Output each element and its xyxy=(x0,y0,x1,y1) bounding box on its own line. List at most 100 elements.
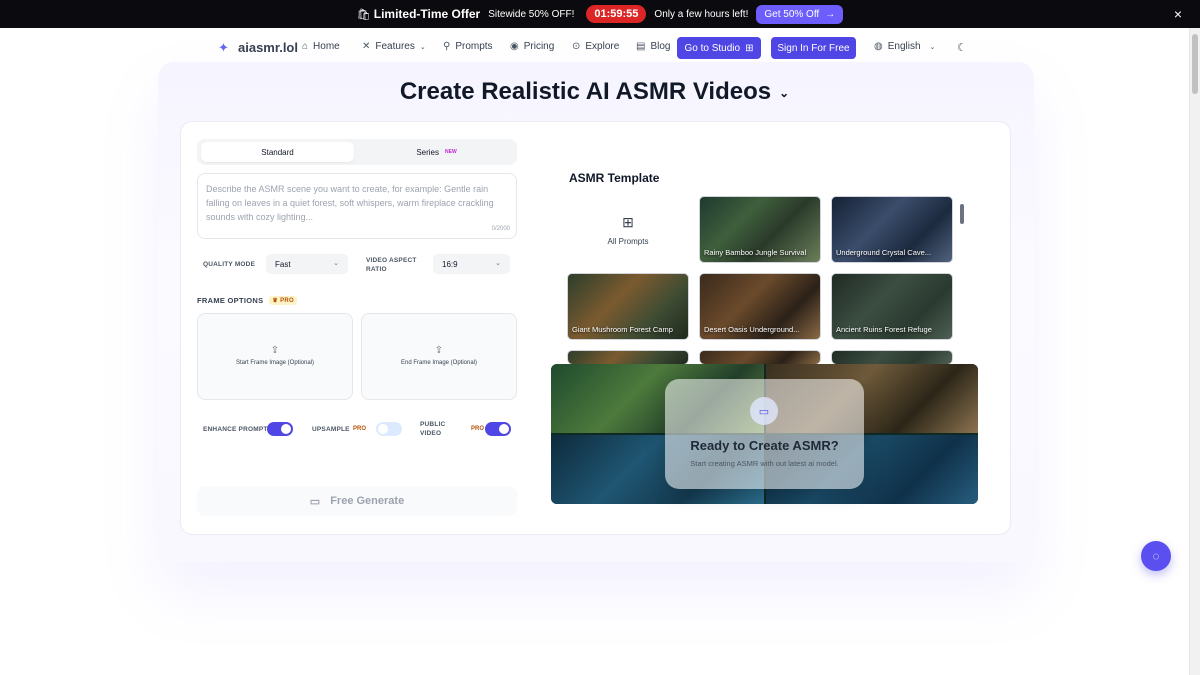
language-selector[interactable]: ◍ English ⌄ xyxy=(874,41,935,52)
page-title: Create Realistic AI ASMR Videos ⌄ xyxy=(0,78,1189,106)
promo-cta-button[interactable]: Get 50% Off → xyxy=(756,4,844,24)
template-card[interactable]: Underground Crystal Cave... xyxy=(831,196,953,263)
logo-mark-icon: ✦ xyxy=(218,39,229,55)
close-icon[interactable]: × xyxy=(1174,6,1182,22)
upload-icon: ⇪ xyxy=(434,345,444,356)
pro-badge-label: PRO xyxy=(280,298,294,304)
template-card[interactable] xyxy=(699,350,821,364)
chevron-down-icon: ⌄ xyxy=(333,260,339,267)
brand-logo[interactable]: ✦ aiasmr.lol xyxy=(218,40,298,55)
public-video-label: PUBLIC VIDEO xyxy=(420,421,446,437)
brand-name: aiasmr.lol xyxy=(238,40,298,55)
studio-label: Go to Studio xyxy=(684,42,741,54)
globe-icon: ◍ xyxy=(874,41,883,52)
nav-explore-label: Explore xyxy=(585,41,620,52)
video-icon: ▭ xyxy=(309,495,321,508)
promo-subtitle: Sitewide 50% OFF! xyxy=(488,8,575,20)
nav-pricing-label: Pricing xyxy=(523,41,555,52)
pro-badge: ♛ PRO xyxy=(269,296,297,305)
new-badge: NEW xyxy=(445,149,457,155)
template-card[interactable]: Rainy Bamboo Jungle Survival xyxy=(699,196,821,263)
chevron-down-icon: ⌄ xyxy=(419,43,426,51)
chat-bubble-icon: ◌ xyxy=(1152,549,1160,563)
template-card-label: Giant Mushroom Forest Camp xyxy=(572,325,673,334)
template-card[interactable]: Ancient Ruins Forest Refuge xyxy=(831,273,953,340)
nav-explore[interactable]: ⊙ Explore xyxy=(572,41,619,52)
upload-icon: ⇪ xyxy=(270,345,280,356)
free-generate-button[interactable]: ▭ Free Generate xyxy=(197,486,517,516)
nav-home[interactable]: ⌂ Home xyxy=(302,41,340,52)
quality-mode-select[interactable]: Fast ⌄ xyxy=(266,254,348,274)
char-count: 0/2000 xyxy=(491,226,510,232)
template-card-label: Underground Crystal Cave... xyxy=(836,248,932,257)
language-label: English xyxy=(887,41,921,52)
tab-standard-label: Standard xyxy=(261,147,294,157)
quality-mode-value: Fast xyxy=(275,259,291,269)
template-card[interactable] xyxy=(831,350,953,364)
quality-mode-label: QUALITY MODE xyxy=(203,261,256,268)
sign-in-button[interactable]: Sign In For Free xyxy=(771,37,856,59)
prompt-placeholder: Describe the ASMR scene you want to crea… xyxy=(206,184,494,222)
home-icon: ⌂ xyxy=(302,41,309,52)
nav-features[interactable]: ✕ Features ⌄ xyxy=(362,41,426,52)
tools-icon: ✕ xyxy=(362,41,371,52)
coin-icon: ◉ xyxy=(510,41,519,52)
toggle-knob xyxy=(499,424,509,434)
all-prompts-label: All Prompts xyxy=(607,236,649,246)
public-video-toggle[interactable] xyxy=(485,422,511,436)
template-card[interactable]: Giant Mushroom Forest Camp xyxy=(567,273,689,340)
nav-pricing[interactable]: ◉ Pricing xyxy=(510,41,554,52)
scrollbar-thumb[interactable] xyxy=(960,204,964,224)
nav-blog[interactable]: ▤ Blog xyxy=(636,41,670,52)
aspect-ratio-value: 16:9 xyxy=(442,259,458,269)
theme-toggle[interactable]: ☾ xyxy=(957,41,967,54)
end-frame-upload[interactable]: ⇪ End Frame Image (Optional) xyxy=(361,313,517,400)
tab-series[interactable]: Series NEW xyxy=(360,142,513,162)
ready-subtext: Start creating ASMR with out latest ai m… xyxy=(690,459,839,468)
tab-standard[interactable]: Standard xyxy=(201,142,354,162)
all-prompts-button[interactable]: ⊞ All Prompts xyxy=(567,196,689,263)
compass-icon: ⊙ xyxy=(572,41,581,52)
toggle-knob xyxy=(378,424,388,434)
template-card[interactable]: Desert Oasis Underground... xyxy=(699,273,821,340)
template-card[interactable] xyxy=(567,350,689,364)
template-card-label: Desert Oasis Underground... xyxy=(704,325,800,334)
chevron-down-icon[interactable]: ⌄ xyxy=(779,86,789,100)
arrow-right-icon: → xyxy=(825,8,836,20)
end-frame-label: End Frame Image (Optional) xyxy=(400,360,478,366)
chat-support-button[interactable]: ◌ xyxy=(1141,541,1171,571)
template-title: ASMR Template xyxy=(569,171,660,185)
crown-icon: ♛ xyxy=(272,298,279,304)
promo-title: Limited-Time Offer xyxy=(373,7,481,21)
ready-heading: Ready to Create ASMR? xyxy=(690,438,839,453)
nav-blog-label: Blog xyxy=(650,41,671,52)
page-title-text: Create Realistic AI ASMR Videos xyxy=(399,78,772,105)
nav-prompts[interactable]: ⚲ Prompts xyxy=(443,41,493,52)
blog-icon: ▤ xyxy=(636,41,646,52)
pin-icon: ⚲ xyxy=(443,41,451,52)
nav-prompts-label: Prompts xyxy=(455,41,493,52)
enhance-prompt-label: ENHANCE PROMPT xyxy=(203,426,268,433)
template-scrollbar[interactable] xyxy=(958,196,966,356)
generate-label: Free Generate xyxy=(330,495,405,507)
enhance-prompt-toggle[interactable] xyxy=(267,422,293,436)
upsample-label: UPSAMPLE xyxy=(312,426,350,433)
go-to-studio-button[interactable]: Go to Studio ⊞ xyxy=(677,37,761,59)
prompt-textarea[interactable]: Describe the ASMR scene you want to crea… xyxy=(197,173,517,239)
video-camera-icon: ▭ xyxy=(750,397,778,425)
aspect-ratio-select[interactable]: 16:9 ⌄ xyxy=(433,254,510,274)
promo-urgency: Only a few hours left! xyxy=(654,8,749,20)
frame-options-heading: FRAME OPTIONS ♛ PRO xyxy=(197,296,297,305)
page-scrollbar[interactable] xyxy=(1189,28,1200,675)
sign-in-label: Sign In For Free xyxy=(777,42,850,54)
pro-badge: PRO xyxy=(353,426,367,432)
start-frame-upload[interactable]: ⇪ Start Frame Image (Optional) xyxy=(197,313,353,400)
upsample-toggle[interactable] xyxy=(376,422,402,436)
template-card-label: Ancient Ruins Forest Refuge xyxy=(836,325,932,334)
scrollbar-thumb[interactable] xyxy=(1192,34,1198,94)
ready-overlay: ▭ Ready to Create ASMR? Start creating A… xyxy=(665,379,864,489)
chevron-down-icon: ⌄ xyxy=(929,43,936,51)
toggle-knob xyxy=(281,424,291,434)
promo-bar: 🛍 Limited-Time Offer Sitewide 50% OFF! 0… xyxy=(0,0,1200,28)
gift-icon: 🛍 xyxy=(356,8,371,21)
